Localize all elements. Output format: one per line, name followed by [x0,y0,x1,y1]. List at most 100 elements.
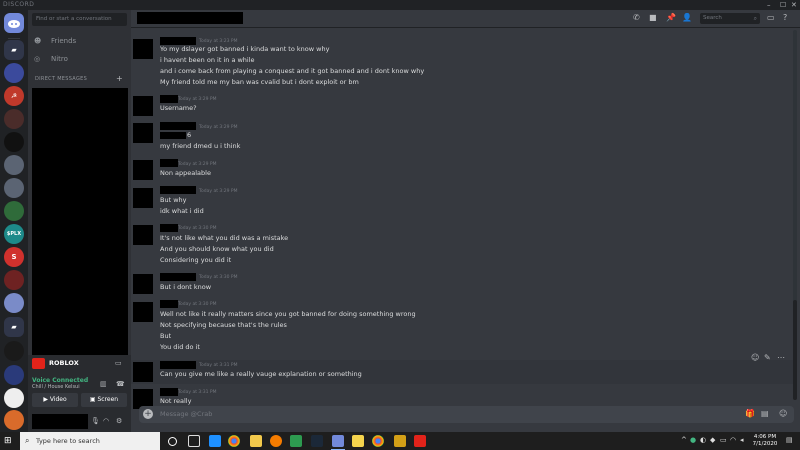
discord-taskbar-icon[interactable] [331,435,345,450]
message-composer[interactable]: + Message @Crab 🎁 ▤ ☺ [139,406,794,423]
redacted-username[interactable] [160,300,178,308]
inbox-icon[interactable]: ▭ [767,13,775,22]
headphones-icon[interactable]: ◠ [103,417,109,425]
chrome-icon[interactable] [372,435,384,447]
edit-icon[interactable]: ✎ [764,353,771,362]
avatar[interactable] [133,123,153,143]
game-icon[interactable] [394,435,406,447]
nitro-nav-item[interactable]: ◎ Nitro [34,52,126,66]
maximize-button[interactable]: ☐ [780,0,786,10]
server-icon[interactable] [4,388,24,408]
avatar[interactable] [133,225,153,245]
upload-plus-icon[interactable]: + [143,409,153,419]
taskbar-search-input[interactable]: ⌕ Type here to search [20,432,160,450]
server-icon[interactable] [4,178,24,198]
server-icon[interactable] [4,410,24,430]
redacted-username[interactable] [160,361,196,369]
friends-nav-item[interactable]: ☻ Friends [34,34,126,48]
message-input[interactable]: Message @Crab [160,410,212,418]
noise-suppression-icon[interactable]: ▥ [100,380,107,388]
redacted-username[interactable] [160,273,196,281]
voice-channel-name[interactable]: Chill / House Kelsui [32,384,80,390]
avatar[interactable] [133,160,153,180]
close-button[interactable]: ✕ [791,0,797,10]
screen-share-button[interactable]: ▣ Screen [81,393,127,407]
add-friend-icon[interactable]: 👤 [682,13,692,22]
redacted-username[interactable] [160,122,196,130]
chrome-icon[interactable] [228,435,240,447]
server-icon[interactable]: $PLX [4,224,24,244]
redacted-username[interactable] [160,224,178,232]
avatar[interactable] [133,188,153,208]
redacted-username[interactable] [160,37,196,45]
windows-start-icon[interactable]: ⊞ [4,436,12,446]
volume-icon[interactable]: ◂ [740,436,744,444]
steam-icon[interactable] [311,435,323,447]
avatar[interactable] [133,362,153,382]
battery-icon[interactable]: ▭ [720,436,727,444]
create-dm-button[interactable]: + [116,74,123,83]
server-icon[interactable] [4,155,24,175]
roblox-taskbar-icon[interactable] [414,435,426,447]
taskbar-clock[interactable]: 4:06 PM 7/1/2020 [750,434,780,448]
avatar[interactable] [133,274,153,294]
server-icon[interactable] [4,109,24,129]
avatar[interactable] [133,302,153,322]
server-icon[interactable] [4,63,24,83]
server-icon[interactable]: S [4,247,24,267]
network-icon[interactable]: ◠ [730,436,736,444]
scrollbar-thumb[interactable] [793,300,797,400]
file-explorer-icon[interactable] [250,435,262,447]
emoji-icon[interactable]: ☺ [779,409,787,418]
gif-icon[interactable]: ▤ [761,409,769,418]
redacted-username[interactable] [160,388,178,396]
disconnect-icon[interactable]: ☎ [116,380,125,388]
server-icon[interactable] [4,270,24,290]
tray-app-icon[interactable]: ◆ [710,436,715,444]
settings-gear-icon[interactable]: ⚙ [116,417,122,425]
firefox-icon[interactable] [270,435,282,447]
call-icon[interactable]: ✆ [633,13,640,22]
gift-icon[interactable]: 🎁 [745,409,755,418]
tray-chevron-icon[interactable]: ^ [681,436,687,444]
server-icon[interactable] [4,132,24,152]
notifications-icon[interactable]: ▤ [786,436,793,444]
monitor-icon[interactable]: ▭ [115,359,122,367]
message-text: But why [160,196,187,204]
minimize-button[interactable]: – [767,0,771,10]
cortana-icon[interactable] [168,437,177,446]
sticky-notes-icon[interactable] [352,435,364,447]
help-icon[interactable]: ? [783,13,787,22]
tray-app-icon[interactable]: ● [690,436,696,444]
home-button[interactable] [4,13,24,33]
tray-app-icon[interactable]: ◐ [700,436,706,444]
pin-icon[interactable]: 📌 [666,13,676,22]
server-icon[interactable] [4,341,24,361]
video-button[interactable]: ▶ Video [32,393,78,407]
windows-taskbar: ⊞ ⌕ Type here to search ^ ● ◐ ◆ ▭ ◠ ◂ 4:… [0,432,800,450]
avatar[interactable] [133,96,153,116]
more-options-icon[interactable]: ⋯ [777,353,785,362]
spotify-icon[interactable] [290,435,302,447]
video-call-icon[interactable]: ■ [649,13,657,22]
clock-date: 7/1/2020 [752,441,778,447]
server-icon[interactable] [4,293,24,313]
mic-icon[interactable]: 🎙 [91,417,100,425]
clock-time: 4:06 PM [753,434,777,440]
redacted-username[interactable] [160,186,196,194]
search-input[interactable]: Search ⌕ [700,13,760,24]
find-conversation-input[interactable]: Find or start a conversation [32,13,127,26]
server-icon[interactable]: ☭ [4,86,24,106]
nitro-label: Nitro [51,55,68,63]
server-folder[interactable]: ▰ [4,317,24,337]
server-icon[interactable] [4,201,24,221]
server-folder[interactable]: ▰ [4,40,24,60]
add-reaction-icon[interactable]: ☺ [751,353,759,362]
edge-icon[interactable] [209,435,221,447]
redacted-username[interactable] [160,95,178,103]
redacted-username[interactable] [160,159,178,167]
server-icon[interactable] [4,365,24,385]
voice-status[interactable]: Voice Connected [32,377,88,384]
avatar[interactable] [133,39,153,59]
task-view-icon[interactable] [188,435,200,447]
